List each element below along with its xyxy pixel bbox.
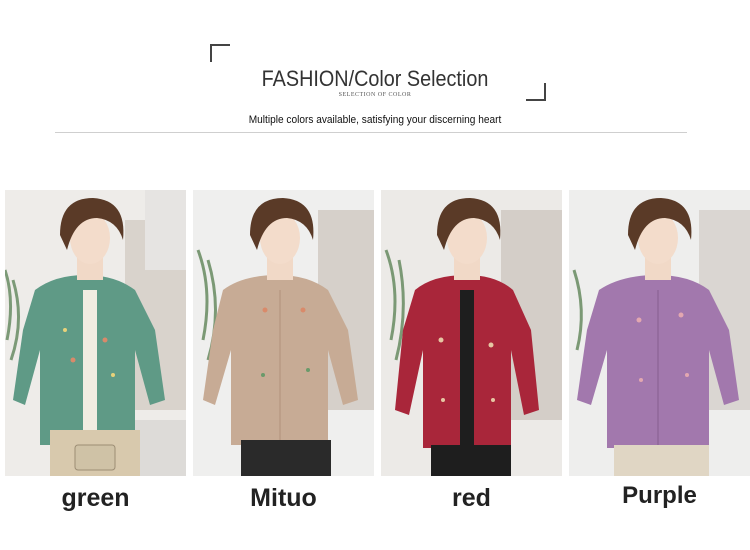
section-title: FASHION/Color Selection	[261, 66, 489, 91]
header-divider	[55, 132, 687, 133]
product-photo-green[interactable]	[5, 190, 186, 476]
corner-bracket-bottom-right	[526, 83, 546, 101]
section-tagline: Multiple colors available, satisfying yo…	[248, 114, 502, 126]
color-label-green: green	[61, 484, 130, 512]
color-label-red: red	[452, 484, 491, 512]
product-photo-red[interactable]	[381, 190, 562, 476]
corner-bracket-top-left	[210, 44, 230, 62]
product-photo-purple[interactable]	[569, 190, 750, 476]
product-photo-mituo[interactable]	[193, 190, 374, 476]
section-subtitle: SELECTION OF COLOR	[338, 92, 412, 98]
color-label-mituo: Mituo	[250, 484, 317, 512]
color-selection-header: FASHION/Color Selection SELECTION OF COL…	[0, 0, 750, 140]
color-label-purple: Purple	[622, 482, 697, 509]
